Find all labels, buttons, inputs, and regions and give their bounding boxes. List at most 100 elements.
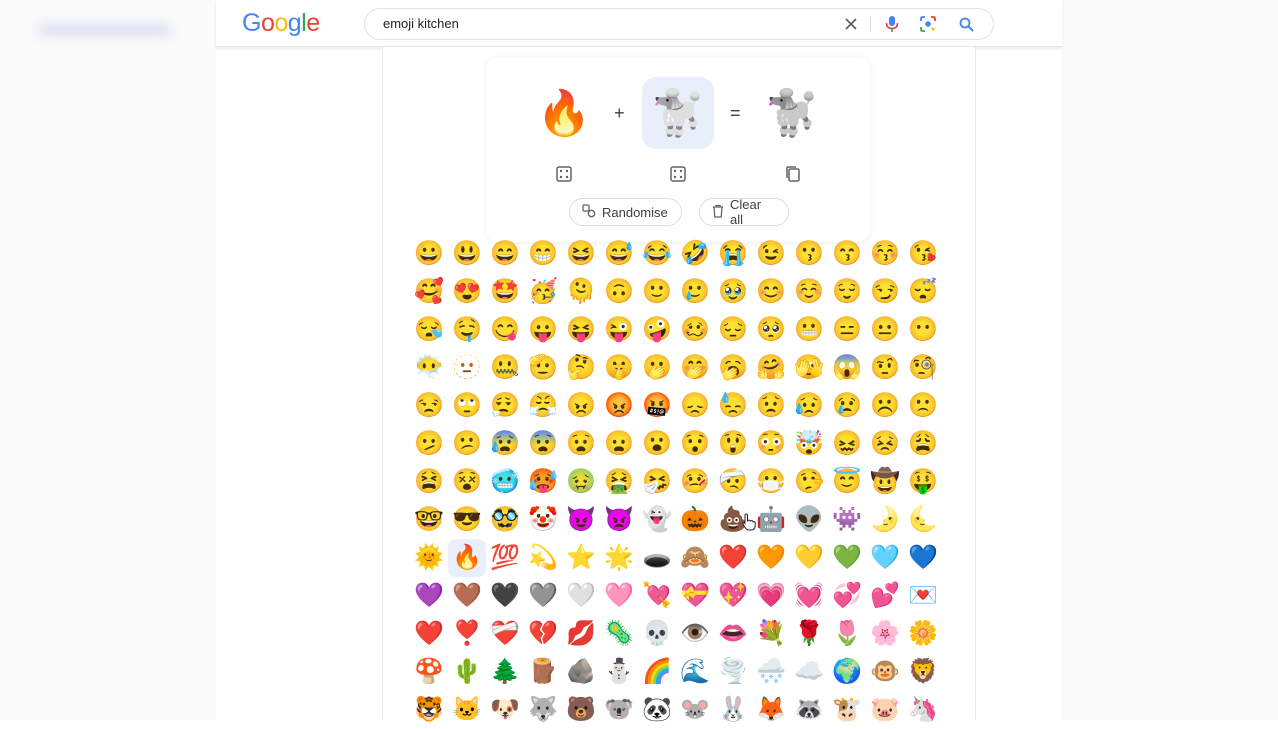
emoji-option[interactable]: 😞 xyxy=(676,387,714,425)
emoji-option[interactable]: 👄 xyxy=(714,615,752,653)
emoji-option[interactable]: 🥹 xyxy=(714,273,752,311)
emoji-option[interactable]: 🌜 xyxy=(904,501,942,539)
emoji-option[interactable]: 🌞 xyxy=(410,539,448,577)
emoji-option[interactable]: 😲 xyxy=(714,425,752,463)
emoji-option[interactable]: 💋 xyxy=(562,615,600,653)
emoji-option[interactable]: 🙈 xyxy=(676,539,714,577)
search-icon[interactable] xyxy=(956,14,976,34)
emoji-option[interactable]: 🫥 xyxy=(448,349,486,387)
emoji-option[interactable]: 💀 xyxy=(638,615,676,653)
result-emoji[interactable]: 🐩 xyxy=(756,77,828,149)
emoji-option[interactable]: 🤐 xyxy=(486,349,524,387)
emoji-option[interactable]: 🧡 xyxy=(752,539,790,577)
emoji-option[interactable]: 🤗 xyxy=(752,349,790,387)
dice-icon[interactable] xyxy=(555,165,573,183)
emoji-option[interactable]: 🤭 xyxy=(676,349,714,387)
emoji-option[interactable]: 🦊 xyxy=(752,691,790,729)
emoji-option[interactable]: 😓 xyxy=(714,387,752,425)
emoji-option[interactable]: 🫠 xyxy=(562,273,600,311)
emoji-option[interactable]: 😇 xyxy=(828,463,866,501)
emoji-option[interactable]: 🤕 xyxy=(714,463,752,501)
emoji-option[interactable]: 😬 xyxy=(790,311,828,349)
emoji-option[interactable]: 😴 xyxy=(904,273,942,311)
emoji-option[interactable]: 😤 xyxy=(524,387,562,425)
emoji-option[interactable]: 🙄 xyxy=(448,387,486,425)
emoji-option[interactable]: 😉 xyxy=(752,235,790,273)
emoji-option[interactable]: 😪 xyxy=(410,311,448,349)
emoji-option[interactable]: 💐 xyxy=(752,615,790,653)
randomise-button[interactable]: Randomise xyxy=(569,198,682,226)
emoji-option[interactable]: 👾 xyxy=(828,501,866,539)
emoji-option[interactable]: 🤣 xyxy=(676,235,714,273)
emoji-option[interactable]: 🩵 xyxy=(866,539,904,577)
emoji-option[interactable]: 😟 xyxy=(752,387,790,425)
emoji-option[interactable]: 😙 xyxy=(828,235,866,273)
emoji-option[interactable]: 🐼 xyxy=(638,691,676,729)
emoji-option[interactable]: 😠 xyxy=(562,387,600,425)
emoji-option[interactable]: 🫢 xyxy=(638,349,676,387)
emoji-option[interactable]: 💛 xyxy=(790,539,828,577)
emoji-option[interactable]: ❤️‍🩹 xyxy=(486,615,524,653)
emoji-option[interactable]: 🤑 xyxy=(904,463,942,501)
emoji-option[interactable]: ⛄ xyxy=(600,653,638,691)
emoji-option[interactable]: 👿 xyxy=(600,501,638,539)
emoji-option[interactable]: 🥱 xyxy=(714,349,752,387)
emoji-option[interactable]: 🤓 xyxy=(410,501,448,539)
emoji-option[interactable]: 🤫 xyxy=(600,349,638,387)
emoji-option[interactable]: 😏 xyxy=(866,273,904,311)
emoji-option[interactable]: 😝 xyxy=(562,311,600,349)
emoji-option[interactable]: 🌵 xyxy=(448,653,486,691)
emoji-option[interactable]: 🥳 xyxy=(524,273,562,311)
emoji-option[interactable]: 🌹 xyxy=(790,615,828,653)
emoji-option[interactable]: 😁 xyxy=(524,235,562,273)
lens-icon[interactable] xyxy=(918,14,938,34)
emoji-option[interactable]: 😳 xyxy=(752,425,790,463)
emoji-option[interactable]: 🪵 xyxy=(524,653,562,691)
emoji-option[interactable]: 🔥 xyxy=(448,539,486,577)
emoji-option[interactable]: 😧 xyxy=(562,425,600,463)
emoji-option[interactable]: 🤎 xyxy=(448,577,486,615)
emoji-option[interactable]: 🖤 xyxy=(486,577,524,615)
emoji-option[interactable]: 😫 xyxy=(410,463,448,501)
emoji-option[interactable]: 🌍 xyxy=(828,653,866,691)
emoji-option[interactable]: 😚 xyxy=(866,235,904,273)
emoji-option[interactable]: 😢 xyxy=(828,387,866,425)
emoji-option[interactable]: ❤️ xyxy=(714,539,752,577)
emoji-option[interactable]: 😀 xyxy=(410,235,448,273)
emoji-option[interactable]: 🤒 xyxy=(676,463,714,501)
emoji-option[interactable]: 🤠 xyxy=(866,463,904,501)
emoji-option[interactable]: 😕 xyxy=(448,425,486,463)
search-box[interactable]: emoji kitchen xyxy=(364,8,994,40)
emoji-option[interactable]: 😈 xyxy=(562,501,600,539)
emoji-option[interactable]: 🌼 xyxy=(904,615,942,653)
emoji-option[interactable]: 🤤 xyxy=(448,311,486,349)
emoji-option[interactable]: 💌 xyxy=(904,577,942,615)
emoji-option[interactable]: 😨 xyxy=(524,425,562,463)
emoji-option[interactable]: 😡 xyxy=(600,387,638,425)
emoji-option[interactable]: 💕 xyxy=(866,577,904,615)
emoji-option[interactable]: 🪨 xyxy=(562,653,600,691)
emoji-option[interactable]: 🐻 xyxy=(562,691,600,729)
emoji-option[interactable]: ☺️ xyxy=(790,273,828,311)
emoji-option[interactable]: 😄 xyxy=(486,235,524,273)
emoji-option[interactable]: 🤍 xyxy=(562,577,600,615)
emoji-option[interactable]: 🐵 xyxy=(866,653,904,691)
emoji-option[interactable]: 👽 xyxy=(790,501,828,539)
emoji-option[interactable]: 🤥 xyxy=(790,463,828,501)
emoji-option[interactable]: 💝 xyxy=(676,577,714,615)
emoji-option[interactable]: 😊 xyxy=(752,273,790,311)
emoji-option[interactable]: ❣️ xyxy=(448,615,486,653)
emoji-option[interactable]: 🐮 xyxy=(828,691,866,729)
emoji-option[interactable]: 🐶 xyxy=(486,691,524,729)
emoji-option[interactable]: 😥 xyxy=(790,387,828,425)
emoji-option[interactable]: 🌨️ xyxy=(752,653,790,691)
emoji-option[interactable]: 😒 xyxy=(410,387,448,425)
emoji-option[interactable]: 💗 xyxy=(752,577,790,615)
emoji-option[interactable]: 😜 xyxy=(600,311,638,349)
emoji-option[interactable]: 🤩 xyxy=(486,273,524,311)
emoji-option[interactable]: 💯 xyxy=(486,539,524,577)
copy-icon[interactable] xyxy=(784,165,802,183)
emoji-option[interactable]: 😑 xyxy=(828,311,866,349)
emoji-option[interactable]: 🐨 xyxy=(600,691,638,729)
emoji-option[interactable]: 😮‍💨 xyxy=(486,387,524,425)
